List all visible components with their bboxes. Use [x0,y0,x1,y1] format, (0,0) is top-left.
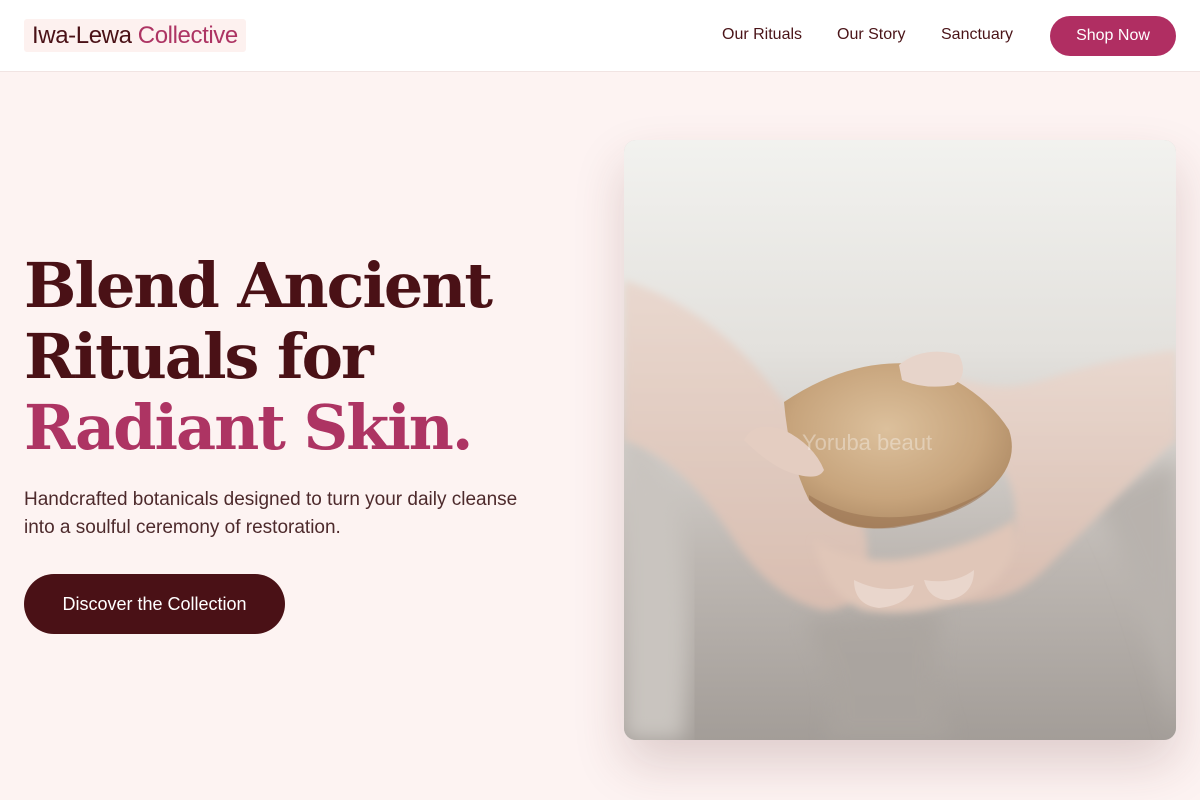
hero-headline-accent: Radiant Skin. [24,391,473,464]
brand-name-primary: Iwa-Lewa [32,22,132,49]
shop-now-button[interactable]: Shop Now [1050,16,1176,56]
hero-headline-line-2: Rituals for [24,320,374,393]
brand-logo[interactable]: Iwa-Lewa Collective [24,19,246,52]
image-watermark: Yoruba beaut [802,430,933,455]
discover-collection-button[interactable]: Discover the Collection [24,574,285,634]
site-header: Iwa-Lewa Collective Our Rituals Our Stor… [0,0,1200,72]
hero-subtext: Handcrafted botanicals designed to turn … [24,489,518,538]
nav-link-our-rituals[interactable]: Our Rituals [722,25,802,45]
nav-link-our-story[interactable]: Our Story [837,25,905,45]
hero-headline-line-1: Blend Ancient [24,249,493,322]
hero-image: Yoruba beaut [624,140,1176,740]
hero-headline: Blend Ancient Rituals for Radiant Skin. [24,250,584,463]
nav-link-sanctuary[interactable]: Sanctuary [941,25,1013,45]
brand-name-accent: Collective [137,22,238,49]
